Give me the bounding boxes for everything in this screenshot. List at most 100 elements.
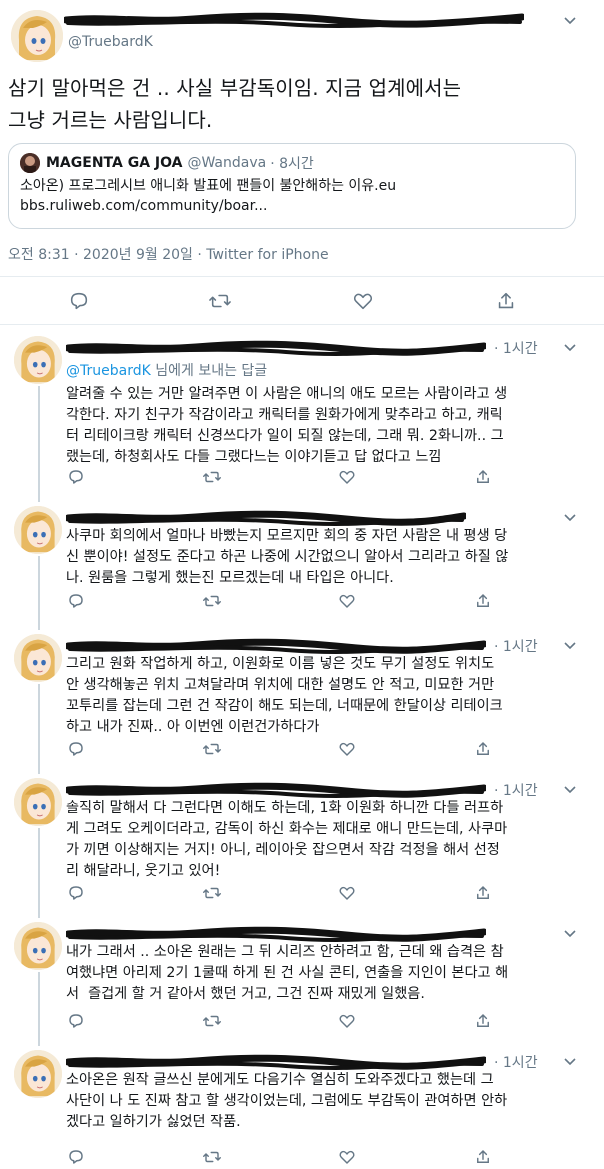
like-icon[interactable] [338,592,356,610]
quote-avatar [20,153,40,173]
avatar[interactable] [14,922,62,970]
like-icon[interactable] [338,740,356,758]
redacted-display-name [66,340,486,356]
chevron-down-icon[interactable] [562,781,578,797]
thread-connector [38,972,40,1046]
quote-link: bbs.ruliweb.com/community/boar... [20,198,268,214]
avatar[interactable] [11,10,63,62]
reply-time[interactable]: · 1시간 [494,338,538,358]
share-icon[interactable] [474,884,492,902]
retweet-icon[interactable] [202,884,222,902]
quote-text: 소아온) 프로그레시브 애니화 발표에 팬들이 불안해하는 이유.eu [20,178,397,194]
reply-text-line: 사단이 나 도 진짜 참고 할 생각이었는데, 그럼에도 부감독이 관여하면 안… [66,1093,508,1109]
author-handle[interactable]: @TruebardK [68,34,153,50]
tweet-text-line: 그냥 거르는 사람입니다. [8,108,213,132]
retweet-icon[interactable] [202,592,222,610]
reply-text-line: 리 해달라니, 웃기고 있어! [66,863,221,879]
reply-text: 그리고 원화 작업하게 하고, 이원화로 이름 넣은 것도 무기 설정도 위치도… [66,654,586,738]
avatar[interactable] [14,506,62,554]
reply-to-label: 님에게 보내는 답글 [150,363,268,379]
reply-text-line: 꼬투리를 잡는데 그런 건 작감이 해도 되는데, 너때문에 한달이상 리테이크 [66,698,503,714]
reply-text: 솔직히 말해서 다 그런다면 이해도 하는데, 1화 이원화 하니깐 다들 러프… [66,798,586,882]
chevron-down-icon[interactable] [562,509,578,525]
reply-text-line: 각한다. 자기 친구가 작감이라고 캐릭터를 원화가에게 맞추라고 하고, 캐릭 [66,407,503,423]
reply-icon[interactable] [67,740,85,758]
reply-text-line: 안 생각해놓곤 위치 고쳐달라며 위치에 대한 설명도 안 적고, 미묘한 거만 [66,677,495,693]
reply-text-line: 여했냐면 아리제 2기 1쿨때 하게 된 건 사실 콘티, 연출을 지인이 본다… [66,965,509,981]
reply-text-line: 그리고 원화 작업하게 하고, 이원화로 이름 넣은 것도 무기 설정도 위치도 [66,656,495,672]
reply-text-line: 가 끼면 이상해지는 거지! 아니, 레이아웃 잡으면서 작감 걱정을 해서 선… [66,842,500,858]
reply-time[interactable]: · 1시간 [494,636,538,656]
avatar[interactable] [14,336,62,384]
replying-to: @TruebardK 님에게 보내는 답글 [66,360,267,380]
reply-icon[interactable] [67,884,85,902]
retweet-icon[interactable] [202,468,222,486]
reply-text: 소아온은 원작 글쓰신 분에게도 다음기수 열심히 도와주겠다고 했는데 그사단… [66,1070,586,1133]
retweet-icon[interactable] [202,740,222,758]
avatar[interactable] [14,778,62,826]
share-icon[interactable] [495,290,517,312]
quote-author-name: MAGENTA GA JOA [46,155,183,171]
reply-text-line: 신 뿐이야! 설정도 준다고 하곤 나중에 시간없으니 알아서 그리라고 하질 … [66,549,509,565]
share-icon[interactable] [474,592,492,610]
share-icon[interactable] [474,1012,492,1030]
like-icon[interactable] [338,468,356,486]
quoted-tweet-card[interactable]: MAGENTA GA JOA @Wandava · 8시간 소아온) 프로그레시… [8,143,576,229]
chevron-down-icon[interactable] [562,637,578,653]
reply-text-line: 겠다고 일하기가 싫었던 작품. [66,1114,241,1130]
thread-connector [38,386,40,502]
chevron-down-icon[interactable] [562,925,578,941]
thread-connector [38,828,40,918]
reply-time[interactable]: · 1시간 [494,1052,538,1072]
reply-time[interactable]: · 1시간 [494,780,538,800]
share-icon[interactable] [474,468,492,486]
reply-icon[interactable] [67,1148,85,1166]
redacted-display-name [66,926,486,942]
avatar[interactable] [14,634,62,682]
redacted-display-name [66,638,486,654]
share-icon[interactable] [474,1148,492,1166]
reply-text-line: 서 즐겁게 할 거 같아서 했던 거고, 그건 진짜 재밌게 일했음. [66,986,425,1002]
quote-time: · 8시간 [270,156,314,172]
tweet-text-line: 삼기 말아먹은 건 .. 사실 부감독이임. 지금 업계에서는 [8,76,462,100]
retweet-icon[interactable] [202,1148,222,1166]
redacted-display-name [66,1054,486,1070]
reply-text-line: 사쿠마 회의에서 얼마나 바빴는지 모르지만 회의 중 자던 사람은 내 평생 … [66,528,508,544]
chevron-down-icon[interactable] [562,1053,578,1069]
reply-text: 사쿠마 회의에서 얼마나 바빴는지 모르지만 회의 중 자던 사람은 내 평생 … [66,526,586,589]
reply-text-line: 내가 그래서 .. 소아온 원래는 그 뒤 시리즈 안하려고 함, 근데 왜 습… [66,944,504,960]
thread-connector [38,684,40,774]
chevron-down-icon[interactable] [562,339,578,355]
reply-text-line: 솔직히 말해서 다 그런다면 이해도 하는데, 1화 이원화 하니깐 다들 러프… [66,800,504,816]
reply-text: 알려줄 수 있는 거만 알려주면 이 사람은 애니의 애도 모르는 사람이라고 … [66,384,586,468]
thread-connector [38,556,40,630]
reply-icon[interactable] [67,592,85,610]
divider [0,276,604,277]
divider [0,324,604,325]
like-icon[interactable] [338,1148,356,1166]
reply-to-handle[interactable]: @TruebardK [66,363,151,379]
reply-text-line: 소아온은 원작 글쓰신 분에게도 다음기수 열심히 도와주겠다고 했는데 그 [66,1072,494,1088]
chevron-down-icon[interactable] [562,12,578,28]
share-icon[interactable] [474,740,492,758]
like-icon[interactable] [338,884,356,902]
redacted-display-name [66,510,466,526]
redacted-display-name [64,12,524,28]
tweet-text: 삼기 말아먹은 건 .. 사실 부감독이임. 지금 업계에서는 그냥 거르는 사… [8,72,588,136]
reply-icon[interactable] [67,1012,85,1030]
reply-icon[interactable] [68,290,90,312]
avatar[interactable] [14,1050,62,1098]
reply-text: 내가 그래서 .. 소아온 원래는 그 뒤 시리즈 안하려고 함, 근데 왜 습… [66,942,586,1005]
reply-text-line: 랬는데, 하청회사도 다들 그랬다느는 이야기듣고 답 없다고 느낌 [66,449,442,465]
reply-text-line: 게 그려도 오케이더라고, 감독이 하신 화수는 제대로 애니 만드는데, 사쿠… [66,821,508,837]
redacted-display-name [66,782,486,798]
retweet-icon[interactable] [202,1012,222,1030]
reply-icon[interactable] [67,468,85,486]
quote-author-handle: @Wandava [187,155,267,171]
tweet-meta: 오전 8:31 · 2020년 9월 20일 · Twitter for iPh… [8,247,329,263]
like-icon[interactable] [338,1012,356,1030]
like-icon[interactable] [352,290,374,312]
retweet-icon[interactable] [208,290,232,312]
reply-text-line: 나. 원룸을 그렇게 했는진 모르겠는데 내 타입은 아니다. [66,570,394,586]
reply-text-line: 하고 내가 진짜.. 아 이번엔 이런건가하다가 [66,719,320,735]
